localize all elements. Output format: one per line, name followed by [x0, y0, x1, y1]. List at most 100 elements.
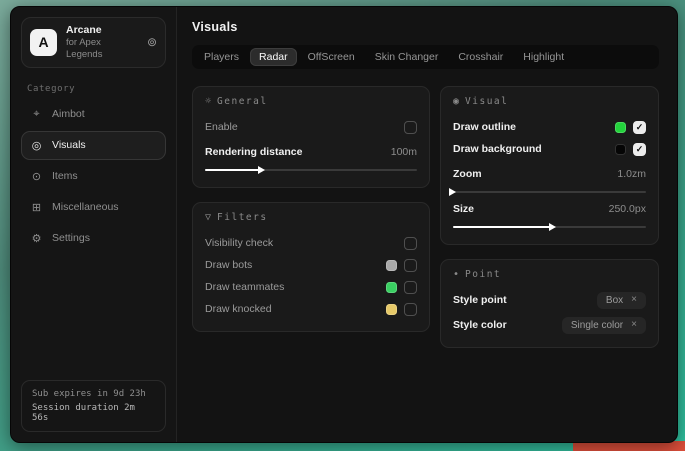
zoom-slider[interactable] — [453, 191, 646, 193]
tab-offscreen[interactable]: OffScreen — [299, 48, 364, 66]
session-duration-text: Session duration 2m 56s — [32, 403, 155, 423]
gear-icon: ⚙ — [30, 232, 43, 245]
setting-label: Style point — [453, 294, 597, 306]
setting-row-style-point: Style point Box × — [453, 289, 646, 311]
grid-icon: ⊞ — [30, 201, 43, 214]
setting-label: Visibility check — [205, 237, 404, 249]
setting-row-visibility-check: Visibility check ✓ — [205, 232, 417, 254]
sidebar-item-miscellaneous[interactable]: ⊞ Miscellaneous — [21, 193, 166, 222]
visibility-check-checkbox[interactable]: ✓ — [404, 237, 417, 250]
sidebar-item-label: Items — [52, 170, 78, 182]
setting-row-zoom: Zoom 1.0zm — [453, 163, 646, 185]
panel-point-header: • Point — [453, 269, 646, 280]
sidebar-item-settings[interactable]: ⚙ Settings — [21, 224, 166, 253]
sidebar: A Arcane for Apex Legends ⊚ Category ⌖ A… — [11, 7, 177, 442]
sidebar-item-label: Settings — [52, 232, 90, 244]
setting-row-draw-teammates: Draw teammates ✓ — [205, 276, 417, 298]
setting-row-enable: Enable ✓ — [205, 116, 417, 138]
draw-bots-checkbox[interactable]: ✓ — [404, 259, 417, 272]
crosshair-icon: ⌖ — [30, 108, 43, 121]
draw-knocked-color-swatch[interactable] — [386, 304, 397, 315]
panel-visual: ◉ Visual Draw outline ✓ Draw background — [440, 86, 659, 245]
style-point-select[interactable]: Box × — [597, 292, 646, 309]
setting-row-size: Size 250.0px — [453, 198, 646, 220]
draw-teammates-checkbox[interactable]: ✓ — [404, 281, 417, 294]
close-icon[interactable]: × — [631, 295, 637, 305]
tab-radar[interactable]: Radar — [250, 48, 297, 66]
slider-fill — [453, 226, 553, 228]
app-subtitle: for Apex Legends — [66, 37, 138, 61]
selected-option: Single color — [571, 320, 623, 331]
close-icon[interactable]: × — [631, 320, 637, 330]
sidebar-item-label: Aimbot — [52, 108, 85, 120]
setting-label: Draw background — [453, 143, 615, 155]
tab-players[interactable]: Players — [195, 48, 248, 66]
setting-row-draw-background: Draw background ✓ — [453, 138, 646, 160]
panel-point: • Point Style point Box × Style color — [440, 259, 659, 348]
setting-label: Style color — [453, 319, 562, 331]
sidebar-item-aimbot[interactable]: ⌖ Aimbot — [21, 100, 166, 129]
setting-label: Size — [453, 203, 609, 215]
sidebar-item-label: Visuals — [52, 139, 86, 151]
setting-label: Rendering distance — [205, 146, 391, 158]
panel-general: ☼ General Enable ✓ Rendering distance 10… — [192, 86, 430, 188]
desktop-background: A Arcane for Apex Legends ⊚ Category ⌖ A… — [0, 0, 685, 451]
target-icon[interactable]: ⊚ — [147, 35, 157, 49]
setting-row-draw-outline: Draw outline ✓ — [453, 116, 646, 138]
rendering-distance-value: 100m — [391, 146, 417, 158]
sidebar-item-items[interactable]: ⊙ Items — [21, 162, 166, 191]
tab-highlight[interactable]: Highlight — [514, 48, 573, 66]
setting-row-rendering-distance: Rendering distance 100m — [205, 141, 417, 163]
style-color-select[interactable]: Single color × — [562, 317, 646, 334]
setting-row-style-color: Style color Single color × — [453, 314, 646, 336]
eye-orbit-icon: ◎ — [30, 139, 43, 152]
slider-thumb[interactable] — [549, 223, 556, 231]
draw-bots-color-swatch[interactable] — [386, 260, 397, 271]
draw-background-color-swatch[interactable] — [615, 144, 626, 155]
setting-row-draw-knocked: Draw knocked ✓ — [205, 298, 417, 320]
panel-filters-header: ▽ Filters — [205, 212, 417, 223]
app-name: Arcane — [66, 24, 138, 37]
draw-outline-color-swatch[interactable] — [615, 122, 626, 133]
draw-knocked-checkbox[interactable]: ✓ — [404, 303, 417, 316]
sidebar-item-label: Miscellaneous — [52, 201, 119, 213]
rendering-distance-slider[interactable] — [205, 169, 417, 171]
setting-label: Draw knocked — [205, 303, 386, 315]
panel-title: General — [217, 96, 268, 107]
enable-checkbox[interactable]: ✓ — [404, 121, 417, 134]
app-title-block: Arcane for Apex Legends — [66, 24, 138, 61]
setting-label: Draw bots — [205, 259, 386, 271]
tab-crosshair[interactable]: Crosshair — [449, 48, 512, 66]
panel-title: Filters — [217, 212, 268, 223]
selected-option: Box — [606, 295, 623, 306]
size-slider[interactable] — [453, 226, 646, 228]
panel-title: Point — [465, 269, 501, 280]
slider-fill — [205, 169, 262, 171]
main-content: Visuals Players Radar OffScreen Skin Cha… — [177, 7, 677, 442]
setting-row-draw-bots: Draw bots ✓ — [205, 254, 417, 276]
tab-skin-changer[interactable]: Skin Changer — [366, 48, 448, 66]
sidebar-item-visuals[interactable]: ◎ Visuals — [21, 131, 166, 160]
draw-outline-checkbox[interactable]: ✓ — [633, 121, 646, 134]
zoom-value: 1.0zm — [617, 168, 646, 180]
panel-visual-header: ◉ Visual — [453, 96, 646, 107]
check-icon: ✓ — [636, 123, 644, 132]
page-title: Visuals — [192, 20, 659, 34]
app-logo: A — [30, 29, 57, 56]
slider-thumb[interactable] — [258, 166, 265, 174]
dot-icon: • — [453, 269, 459, 280]
arcane-app-window: A Arcane for Apex Legends ⊚ Category ⌖ A… — [10, 6, 678, 443]
eye-icon: ◉ — [453, 96, 459, 107]
session-info-card: Sub expires in 9d 23h Session duration 2… — [21, 380, 166, 432]
panel-general-header: ☼ General — [205, 96, 417, 107]
check-icon: ✓ — [636, 145, 644, 154]
slider-thumb[interactable] — [449, 188, 456, 196]
draw-teammates-color-swatch[interactable] — [386, 282, 397, 293]
sun-icon: ☼ — [205, 96, 211, 107]
sidebar-nav: ⌖ Aimbot ◎ Visuals ⊙ Items ⊞ Miscellaneo… — [21, 100, 166, 253]
panel-filters: ▽ Filters Visibility check ✓ Draw bots ✓ — [192, 202, 430, 332]
size-value: 250.0px — [609, 203, 646, 215]
draw-background-checkbox[interactable]: ✓ — [633, 143, 646, 156]
items-icon: ⊙ — [30, 170, 43, 183]
funnel-icon: ▽ — [205, 212, 211, 223]
